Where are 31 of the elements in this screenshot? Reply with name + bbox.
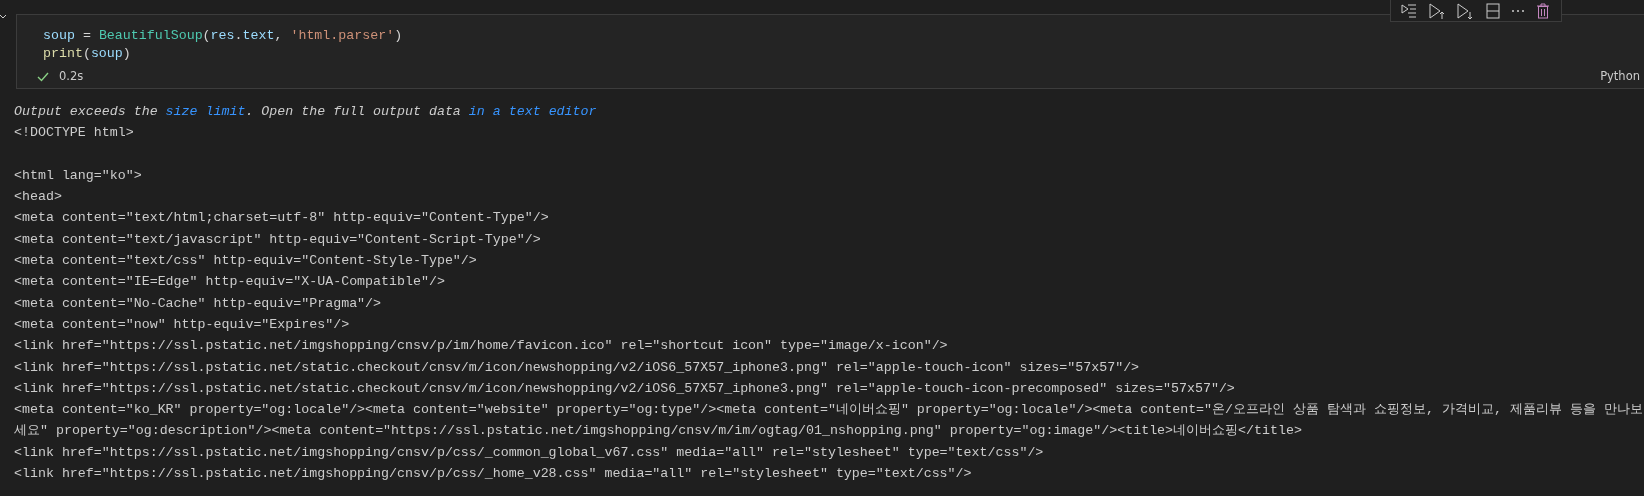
split-icon [1484,1,1502,20]
output-line: <meta content="text/css" http-equiv="Content-Style-Type"/> [14,252,478,271]
link[interactable]: size limit [165,104,246,119]
chevron-icon[interactable] [0,14,6,20]
output-notice: Output exceeds the size limit. Open the full output data in a text editor [14,103,598,121]
more-icon [1512,9,1524,12]
run-by-line-icon [1400,1,1418,20]
run-below-icon [1456,1,1474,20]
code-line: print(soup) [43,45,132,63]
output-line: <meta content="No-Cache" http-equiv="Pragma"/> [14,294,383,313]
output-line: <link href="https://ssl.pstatic.net/imgshopping/cnsv/p/im/home/favicon.ico" rel="shortcut icon" type="image/x-icon"/> [14,337,949,356]
code-cell[interactable]: soup = BeautifulSoup(res.text, 'html.parser') print(soup) 0.2s Python [16,14,1644,89]
delete-icon [1534,1,1552,20]
output-line: <meta content="now" http-equiv="Expires"/> [14,315,351,334]
output-line: <meta content="ko_KR" property="og:locale"/><meta content="website" property="og:type"/><meta content="네이버쇼핑" property="og:locale"/><meta content="온/오프라인 상품 탐색과 쇼핑정보, 가격비교, 제품리뷰 등을 만나보 [14,401,1644,420]
output-line: <link href="https://ssl.pstatic.net/static.checkout/cnsv/m/icon/newshopping/v2/iOS6_57X57_iphone3.png" rel="apple-touch-icon-precomposed" sizes="57x57"/> [14,379,1236,398]
language-label[interactable]: Python [1600,68,1640,86]
code-line: soup = BeautifulSoup(res.text, 'html.parser') [43,27,404,45]
output-line: <meta content="IE=Edge" http-equiv="X-UA-Compatible"/> [14,273,446,292]
output-line: 세요" property="og:description"/><meta content="https://ssl.pstatic.net/imgshopping/cnsv/m/im/ogtag/01_nshopping.png" property="og:image"/><title>네이버쇼핑</title> [14,422,1303,441]
output-line: <!DOCTYPE html> [14,124,135,143]
output-line: <link href="https://ssl.pstatic.net/imgshopping/cnsv/p/css/_common_global_v67.css" media="all" rel="stylesheet" type="text/css"/> [14,443,1045,462]
output-line: <html lang="ko"> [14,166,143,185]
output-line: <meta content="text/html;charset=utf-8" http-equiv="Content-Type"/> [14,209,550,228]
run-above-icon [1428,1,1446,20]
output-line: <meta content="text/javascript" http-equiv="Content-Script-Type"/> [14,230,542,249]
execution-time: 0.2s [59,68,84,86]
link[interactable]: in a text editor [468,104,597,119]
output-line: <link href="https://ssl.pstatic.net/imgshopping/cnsv/p/css/_home_v28.css" media="all" rel="stylesheet" type="text/css"/> [14,465,973,484]
output-line: <head> [14,188,63,207]
output-line: <link href="https://ssl.pstatic.net/static.checkout/cnsv/m/icon/newshopping/v2/iOS6_57X57_iphone3.png" rel="apple-touch-icon" sizes="57x57"/> [14,358,1141,377]
